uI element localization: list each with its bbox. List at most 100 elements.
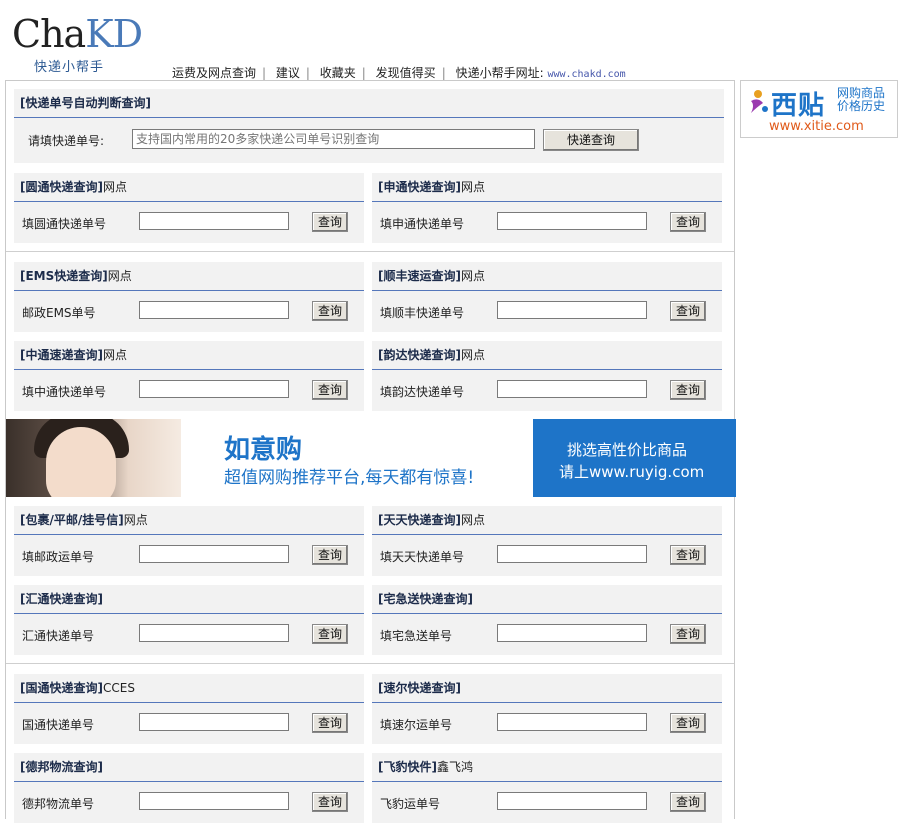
query-card-suffix[interactable]: 网点 (461, 269, 485, 283)
query-card-header: [顺丰速运查询]网点 (372, 262, 722, 291)
nav-site-url[interactable]: www.chakd.com (547, 69, 625, 80)
query-card-title[interactable]: 天天快递查询 (383, 513, 455, 527)
query-card-header: [天天快递查询]网点 (372, 506, 722, 535)
query-button[interactable]: 查询 (670, 380, 706, 400)
query-card-suffix[interactable]: 网点 (103, 348, 127, 362)
query-button[interactable]: 查询 (670, 545, 706, 565)
query-card: [汇通快递查询] 汇通快递单号 查询 (14, 585, 364, 655)
query-card-label: 汇通快递单号 (22, 629, 95, 643)
top-nav: 运费及网点查询 | 建议 | 收藏夹 | 发现值得买 | 快递小帮手网址: www.ch… (172, 66, 626, 80)
ruyigou-banner[interactable]: 如意购 超值网购推荐平台,每天都有惊喜! 挑选高性价比商品 请上www.ruyi… (6, 419, 736, 497)
xitie-ad[interactable]: 西贴 网购商品价格历史 www.xitie.com (740, 80, 898, 138)
query-button[interactable]: 查询 (670, 624, 706, 644)
query-card-suffix[interactable]: 网点 (108, 269, 132, 283)
tracking-number-input[interactable] (497, 212, 647, 230)
query-card-suffix[interactable]: 网点 (461, 180, 485, 194)
tracking-number-input[interactable] (497, 624, 647, 642)
query-button[interactable]: 查询 (312, 792, 348, 812)
tracking-number-input[interactable] (139, 713, 289, 731)
query-card: [EMS快递查询]网点 邮政EMS单号 查询 (14, 262, 364, 332)
banner-cta-line1: 挑选高性价比商品 (567, 441, 688, 459)
nav-freight[interactable]: 运费及网点查询 (172, 66, 256, 80)
query-card-suffix[interactable]: CCES (103, 681, 135, 695)
query-card-suffix[interactable]: 鑫飞鸿 (437, 760, 473, 774)
auto-query-label: 请填快递单号: (28, 134, 105, 148)
query-card: [国通快递查询]CCES 国通快递单号 查询 (14, 674, 364, 744)
query-card: [圆通快递查询]网点填圆通快递单号 查询 (14, 173, 364, 243)
query-card-title[interactable]: 国通快递查询 (25, 681, 97, 695)
tracking-number-input[interactable] (139, 212, 289, 230)
auto-query-button[interactable]: 快递查询 (543, 129, 639, 151)
query-card-suffix[interactable]: 网点 (124, 513, 148, 527)
tracking-number-input[interactable] (139, 380, 289, 398)
query-card-title[interactable]: 圆通快递查询 (25, 180, 97, 194)
query-card-title[interactable]: 德邦物流查询 (25, 760, 97, 774)
query-button[interactable]: 查询 (670, 212, 706, 232)
query-card-title[interactable]: 申通快递查询 (383, 180, 455, 194)
tracking-number-input[interactable] (497, 301, 647, 319)
query-card-suffix[interactable]: 网点 (461, 513, 485, 527)
tracking-number-input[interactable] (497, 792, 647, 810)
query-card-header: [飞豹快件]鑫飞鸿 (372, 753, 722, 782)
query-card-label: 填韵达快递单号 (380, 385, 465, 399)
query-card-header: [包裹/平邮/挂号信]网点 (14, 506, 364, 535)
nav-favorites[interactable]: 收藏夹 (320, 66, 356, 80)
query-button[interactable]: 查询 (670, 713, 706, 733)
tracking-number-input[interactable] (139, 624, 289, 642)
query-card-title[interactable]: 汇通快递查询 (25, 592, 97, 606)
tracking-number-input[interactable] (497, 545, 647, 563)
query-button[interactable]: 查询 (670, 301, 706, 321)
query-card-title[interactable]: 顺丰速运查询 (383, 269, 455, 283)
query-button[interactable]: 查询 (670, 792, 706, 812)
query-card: [申通快递查询]网点 填申通快递单号 查询 (372, 173, 722, 243)
logo[interactable]: ChaKD 快递小帮手 (12, 12, 152, 75)
query-card-header: [速尔快递查询] (372, 674, 722, 703)
query-button[interactable]: 查询 (312, 380, 348, 400)
xitie-url: www.xitie.com (769, 119, 864, 134)
query-card-title[interactable]: 中通速递查询 (25, 348, 97, 362)
query-button[interactable]: 查询 (312, 212, 348, 232)
query-card-title[interactable]: 包裹/平邮/挂号信 (25, 513, 118, 527)
query-card-title[interactable]: EMS快递查询 (25, 269, 102, 283)
nav-discover[interactable]: 发现值得买 (376, 66, 436, 80)
query-card-title[interactable]: 速尔快递查询 (383, 681, 455, 695)
nav-site-label: 快递小帮手网址: (455, 66, 544, 80)
divider (6, 663, 734, 664)
query-card-label: 国通快递单号 (22, 718, 95, 732)
query-card-suffix[interactable]: 网点 (461, 348, 485, 362)
tracking-number-input[interactable] (139, 792, 289, 810)
tracking-number-input[interactable] (139, 545, 289, 563)
query-card-label: 飞豹运单号 (380, 797, 441, 811)
xitie-brand: 西贴 (771, 91, 826, 121)
xitie-logo-icon (751, 90, 768, 113)
query-card-label: 邮政EMS单号 (22, 306, 96, 320)
auto-query-header: [快递单号自动判断查询] (14, 89, 724, 118)
query-button[interactable]: 查询 (312, 301, 348, 321)
query-button[interactable]: 查询 (312, 624, 348, 644)
banner-brand: 如意购 (224, 435, 303, 465)
nav-suggest[interactable]: 建议 (276, 66, 300, 80)
banner-cta-line2: 请上www.ruyig.com (559, 463, 705, 481)
query-button[interactable]: 查询 (312, 713, 348, 733)
query-card-header: [圆通快递查询]网点 (14, 173, 364, 202)
query-card-label: 填顺丰快递单号 (380, 306, 465, 320)
auto-query-card: [快递单号自动判断查询] 请填快递单号: 快递查询 (14, 89, 724, 163)
query-card: [天天快递查询]网点 填天天快递单号 查询 (372, 506, 722, 576)
tracking-number-input[interactable] (497, 713, 647, 731)
auto-query-input[interactable] (132, 129, 535, 149)
banner-slogan: 超值网购推荐平台,每天都有惊喜! (224, 468, 475, 488)
query-card-title[interactable]: 飞豹快件 (383, 760, 431, 774)
query-card-label: 填圆通快递单号 (22, 217, 107, 231)
query-card: [韵达快递查询]网点 填韵达快递单号 查询 (372, 341, 722, 411)
query-card: [速尔快递查询] 填速尔运单号 查询 (372, 674, 722, 744)
logo-text: ChaKD (12, 12, 143, 56)
tracking-number-input[interactable] (139, 301, 289, 319)
query-card-label: 填邮政运单号 (22, 550, 95, 564)
query-card-label: 填中通快递单号 (22, 385, 107, 399)
tracking-number-input[interactable] (497, 380, 647, 398)
query-button[interactable]: 查询 (312, 545, 348, 565)
query-card-title[interactable]: 宅急送快递查询 (383, 592, 467, 606)
query-card-suffix[interactable]: 网点 (103, 180, 127, 194)
query-card-title[interactable]: 韵达快递查询 (383, 348, 455, 362)
query-card-label: 填申通快递单号 (380, 217, 465, 231)
